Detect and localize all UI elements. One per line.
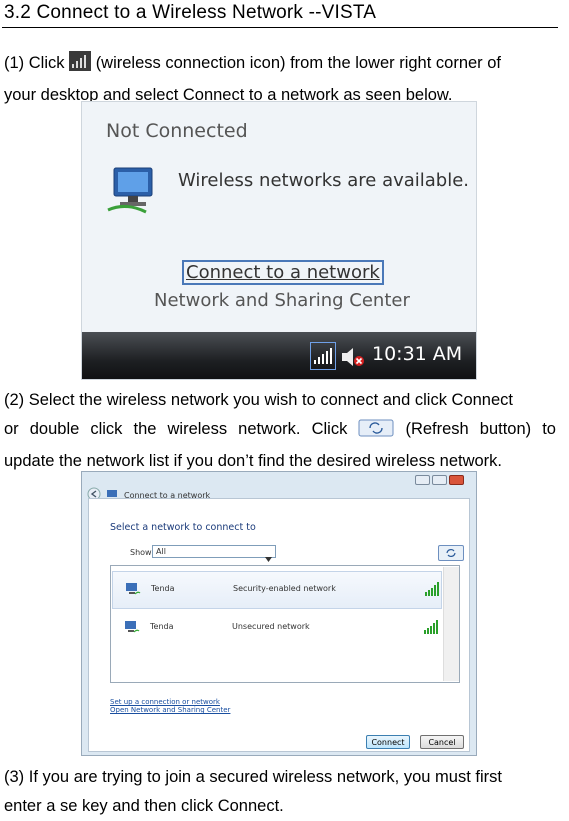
connect-to-network-highlight[interactable]: Connect to a network	[182, 260, 384, 285]
list-scrollbar[interactable]	[443, 567, 459, 681]
network-security-status: Security-enabled network	[233, 584, 336, 593]
step3-line2: enter a se key and then click Connect.	[4, 797, 284, 815]
step2-line2-b: (Refresh button) to	[405, 420, 556, 438]
minimize-button[interactable]	[415, 475, 430, 485]
network-list-item[interactable]: Tenda Unsecured network	[112, 610, 442, 648]
refresh-button[interactable]	[438, 545, 464, 561]
setup-connection-link[interactable]: Set up a connection or network	[110, 698, 220, 706]
step2-line2-a: or double click the wireless network. Cl…	[4, 420, 348, 438]
connect-to-network-link[interactable]: Connect to a network	[186, 262, 380, 283]
volume-muted-icon[interactable]	[340, 345, 366, 374]
step3-paragraph: (3) If you are trying to join a secured …	[4, 763, 556, 821]
network-icon	[124, 620, 140, 639]
tray-wireless-icon[interactable]	[310, 342, 336, 370]
step1-line1: (1) Click (wireless connection icon) fro…	[4, 49, 556, 81]
connect-to-network-window-screenshot: Connect to a network Select a network to…	[81, 471, 477, 756]
step3-line1: (3) If you are trying to join a secured …	[4, 768, 502, 786]
network-computer-icon	[106, 162, 164, 221]
step1-click-text: (1) Click	[4, 54, 65, 72]
show-label: Show	[130, 548, 152, 557]
network-sharing-center-link[interactable]: Network and Sharing Center	[154, 290, 410, 311]
step2-paragraph: (2) Select the wireless network you wish…	[4, 386, 556, 476]
connect-button[interactable]: Connect	[366, 735, 410, 749]
show-filter-select[interactable]: All	[152, 545, 276, 562]
open-network-center-link[interactable]: Open Network and Sharing Center	[110, 706, 230, 714]
network-name: Tenda	[150, 622, 174, 631]
heading-rule	[2, 27, 558, 28]
show-filter-value: All	[156, 547, 166, 556]
signal-strength-icon	[425, 582, 441, 601]
network-list-item[interactable]: Tenda Security-enabled network	[112, 571, 442, 609]
step2-line2: or double click the wireless network. Cl…	[4, 415, 556, 447]
step2-line1: (2) Select the wireless network you wish…	[4, 391, 513, 409]
refresh-button-icon	[358, 418, 394, 447]
networks-available-text: Wireless networks are available.	[178, 170, 470, 191]
vista-tray-popup-screenshot: Not Connected Wireless networks are avai…	[81, 101, 477, 380]
section-heading: 3.2 Connect to a Wireless Network --VIST…	[4, 2, 377, 23]
network-icon	[125, 582, 141, 601]
network-list[interactable]: Tenda Security-enabled network Tenda Uns…	[110, 565, 460, 683]
wireless-signal-icon	[69, 51, 92, 81]
maximize-button[interactable]	[432, 475, 447, 485]
select-network-heading: Select a network to connect to	[110, 522, 256, 533]
cancel-button[interactable]: Cancel	[420, 735, 464, 749]
close-button[interactable]	[449, 475, 464, 485]
network-name: Tenda	[151, 584, 175, 593]
network-security-status: Unsecured network	[232, 622, 310, 631]
signal-strength-icon	[424, 620, 440, 639]
not-connected-label: Not Connected	[106, 120, 248, 142]
tray-clock: 10:31 AM	[372, 343, 463, 365]
step1-rest-text: (wireless connection icon) from the lowe…	[95, 54, 502, 72]
